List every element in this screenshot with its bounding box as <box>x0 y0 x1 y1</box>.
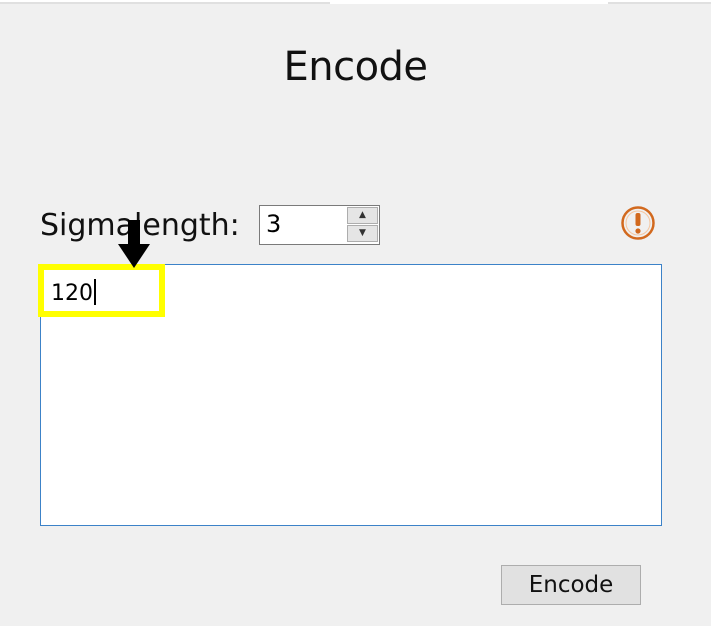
page-title: Encode <box>283 44 428 90</box>
textarea-value: 120 <box>51 281 93 306</box>
encode-button[interactable]: Encode <box>501 565 641 605</box>
input-textarea[interactable]: 120 <box>40 264 662 526</box>
down-arrow-icon <box>118 220 150 268</box>
sigmalength-value[interactable]: 3 <box>266 210 281 238</box>
spin-buttons: ▲ ▼ <box>347 207 378 243</box>
encode-window: Encode Sigmalength: 3 ▲ ▼ 120 Encode <box>0 0 711 626</box>
chevron-up-icon: ▲ <box>359 210 366 220</box>
window-top-border <box>0 0 711 4</box>
exclamation-circle-icon <box>621 206 655 240</box>
sigmalength-spinbox[interactable]: 3 ▲ ▼ <box>259 205 380 245</box>
spin-down-button[interactable]: ▼ <box>347 225 378 242</box>
spin-up-button[interactable]: ▲ <box>347 207 378 224</box>
text-caret <box>94 279 96 305</box>
chevron-down-icon: ▼ <box>359 228 366 238</box>
textarea-content[interactable]: 120 <box>51 279 96 306</box>
